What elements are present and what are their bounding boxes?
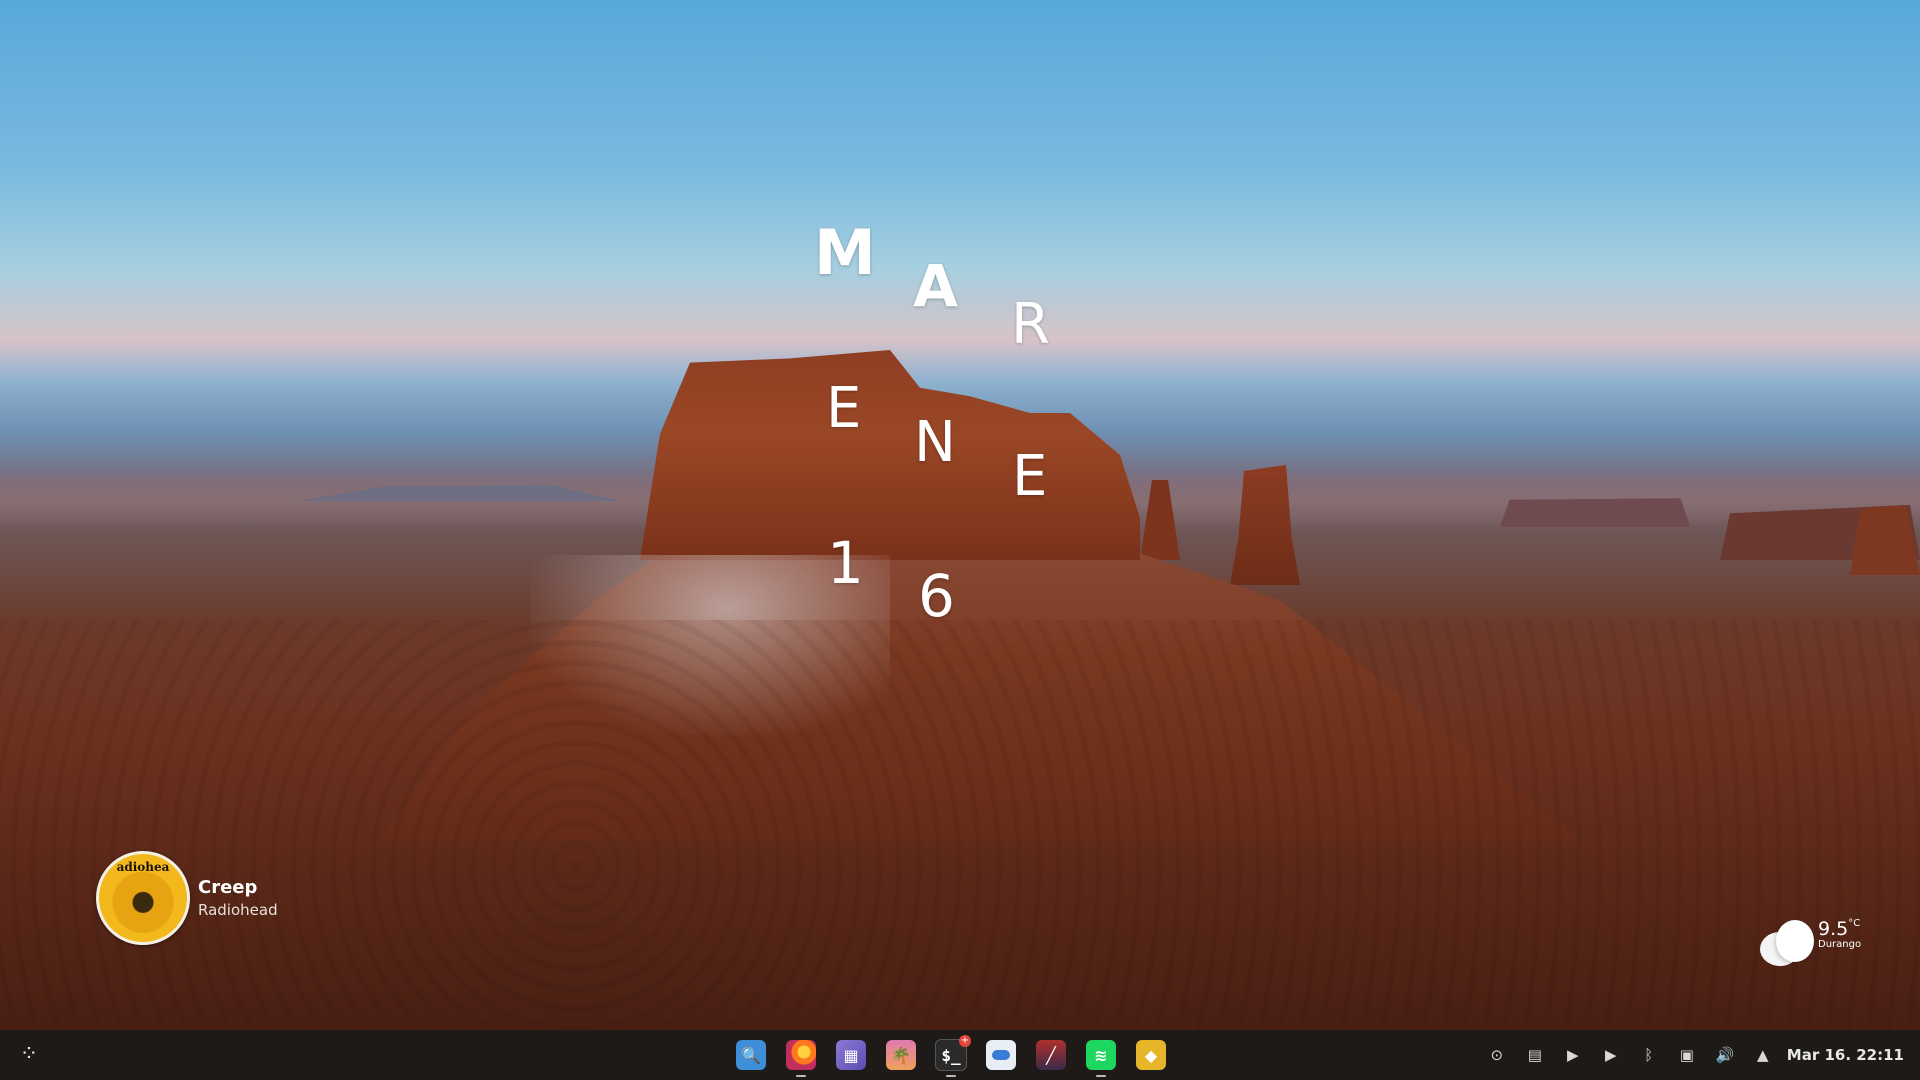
store-icon: ▦ [836,1040,866,1070]
files-icon: 🔍 [736,1040,766,1070]
system-tray: ⊙ ▤ ▶ ▶ ᛒ ▣ 🔊 ▲ Mar 16. 22:11 [1487,1030,1920,1080]
clipboard-icon[interactable]: ▤ [1525,1046,1545,1064]
dock-item-settings-toggle[interactable] [983,1039,1019,1071]
weather-temperature: 9.5 [1818,918,1849,940]
dock-item-photos[interactable]: 🌴 [883,1039,919,1071]
clock-day-digit: 1 [827,529,864,597]
weather-info: 9.5°C Durango [1818,918,1861,950]
volume-icon[interactable]: 🔊 [1715,1046,1735,1064]
cloud-icon [1760,918,1816,966]
media-info: Creep Radiohead [198,877,278,919]
running-indicator [946,1075,956,1077]
dock: 🔍 ▦ 🌴 $_ + ╱ ≋ ◆ [733,1035,1169,1077]
clock-word-letter: N [914,410,956,475]
dock-item-store[interactable]: ▦ [833,1039,869,1071]
notification-badge: + [959,1035,971,1047]
clock-day-digit: 6 [918,562,955,630]
track-artist: Radiohead [198,901,278,919]
media-play-icon[interactable]: ▶ [1563,1046,1583,1064]
album-art-text: adiohea [116,860,170,874]
desktop-wallpaper: M A R E N E 1 6 adiohea Creep Radiohead … [0,0,1920,1030]
desert-floor [0,620,1920,1030]
track-title: Creep [198,877,258,898]
weather-widget[interactable]: 9.5°C Durango [1760,918,1861,966]
mesa [640,350,1140,560]
accessibility-icon[interactable]: ⊙ [1487,1046,1507,1064]
package-icon: ◆ [1136,1040,1166,1070]
album-art[interactable]: adiohea [96,851,190,945]
weather-unit: °C [1848,918,1861,929]
running-indicator [796,1075,806,1077]
taskbar: ⁘ 🔍 ▦ 🌴 $_ + ╱ ≋ ◆ ⊙ ▤ ▶ ▶ ᛒ ▣ 🔊 ▲ Mar 1… [0,1030,1920,1080]
clock-month-letter: R [1011,292,1050,357]
app-launcher-icon[interactable]: ⁘ [16,1042,42,1068]
weather-city: Durango [1818,939,1862,950]
fan-app-icon: ╱ [1036,1040,1066,1070]
media-play-2-icon[interactable]: ▶ [1601,1046,1621,1064]
dock-item-spotify[interactable]: ≋ [1083,1039,1119,1077]
dock-item-firefox[interactable] [783,1039,819,1077]
tray-expand-icon[interactable]: ▲ [1753,1046,1773,1064]
taskbar-clock[interactable]: Mar 16. 22:11 [1787,1046,1904,1064]
clock-word-letter: E [826,376,862,441]
media-player-widget[interactable]: adiohea Creep Radiohead [96,851,278,945]
dock-item-terminal[interactable]: $_ + [933,1035,971,1077]
dock-item-files[interactable]: 🔍 [733,1039,769,1071]
settings-toggle-icon [986,1040,1016,1070]
clock-word-letter: E [1012,444,1048,509]
firefox-icon [786,1040,816,1070]
bluetooth-icon[interactable]: ᛒ [1639,1046,1659,1064]
dock-item-fan-app[interactable]: ╱ [1033,1039,1069,1071]
photos-icon: 🌴 [886,1040,916,1070]
display-icon[interactable]: ▣ [1677,1046,1697,1064]
running-indicator [1096,1075,1106,1077]
dock-item-package[interactable]: ◆ [1133,1039,1169,1071]
spotify-icon: ≋ [1086,1040,1116,1070]
distant-butte [1500,498,1690,527]
clock-month-letter: A [913,252,958,320]
clock-month-letter: M [814,216,876,289]
